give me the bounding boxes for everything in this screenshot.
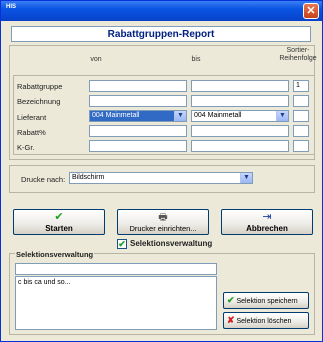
start-label: Starten xyxy=(45,224,73,233)
printer-label: Drucker einrichten... xyxy=(129,224,197,233)
start-button[interactable]: ✔ Starten xyxy=(13,209,105,235)
rabattgruppe-bis-input[interactable] xyxy=(191,80,289,92)
bezeichnung-sort-input[interactable] xyxy=(293,95,309,107)
selection-checkbox-label: Selektionsverwaltung xyxy=(130,239,213,248)
selection-list[interactable]: c bis ca und so... xyxy=(15,276,217,330)
header-von: von xyxy=(90,56,102,63)
list-item[interactable]: c bis ca und so... xyxy=(18,278,216,288)
cancel-button[interactable]: ⇥ Abbrechen xyxy=(221,209,313,235)
print-select[interactable]: Bildschirm ▼ xyxy=(69,172,253,184)
header-bis: bis xyxy=(191,56,201,63)
kgr-bis-input[interactable] xyxy=(191,140,289,152)
header-sort: Sortier- Reihenfolge xyxy=(279,47,317,62)
label-lieferant: Lieferant xyxy=(17,113,47,122)
chevron-down-icon[interactable]: ▼ xyxy=(240,173,252,183)
rabattgruppe-sort-input[interactable]: 1 xyxy=(293,80,309,92)
save-selection-button[interactable]: ✔ Selektion speichern xyxy=(223,292,309,309)
lieferant-von-value: 004 Mainmetall xyxy=(92,112,140,119)
printer-setup-button[interactable]: 🖶 Drucker einrichten... xyxy=(117,209,209,235)
lieferant-bis-value: 004 Mainmetall xyxy=(194,112,242,119)
selection-name-input[interactable] xyxy=(15,263,217,275)
rabatt-von-input[interactable] xyxy=(89,125,187,137)
exit-door-icon: ⇥ xyxy=(262,211,272,223)
check-icon: ✔ xyxy=(227,295,235,305)
print-label: Drucke nach: xyxy=(21,175,66,184)
selection-checkbox[interactable]: ✔ xyxy=(117,239,127,249)
printer-icon: 🖶 xyxy=(158,212,168,223)
bezeichnung-von-input[interactable] xyxy=(89,95,187,107)
delete-selection-label: Selektion löschen xyxy=(236,318,292,325)
print-value: Bildschirm xyxy=(72,174,105,181)
kgr-sort-input[interactable] xyxy=(293,140,309,152)
kgr-von-input[interactable] xyxy=(89,140,187,152)
lieferant-sort-input[interactable] xyxy=(293,110,309,122)
check-icon: ✔ xyxy=(54,211,64,223)
bezeichnung-bis-input[interactable] xyxy=(191,95,289,107)
close-button[interactable]: ✕ xyxy=(303,3,319,19)
report-title: Rabattgruppen-Report xyxy=(11,26,311,42)
label-rabattgruppe: Rabattgruppe xyxy=(17,82,63,91)
app-icon: HIS xyxy=(5,4,16,10)
chevron-down-icon[interactable]: ▼ xyxy=(276,111,288,121)
lieferant-bis-select[interactable]: 004 Mainmetall ▼ xyxy=(191,110,289,122)
rabattgruppe-von-input[interactable] xyxy=(89,80,187,92)
report-window: HIS ✕ Rabattgruppen-Report von bis Sorti… xyxy=(0,0,323,342)
save-selection-label: Selektion speichern xyxy=(236,298,298,305)
label-kgr: K-Gr. xyxy=(17,143,35,152)
title-bar: HIS ✕ xyxy=(1,1,322,21)
lieferant-von-select[interactable]: 004 Mainmetall ▼ xyxy=(89,110,187,122)
rabatt-sort-input[interactable] xyxy=(293,125,309,137)
cancel-label: Abbrechen xyxy=(246,224,288,233)
delete-selection-button[interactable]: ✘ Selektion löschen xyxy=(223,312,309,329)
x-icon: ✘ xyxy=(227,315,235,325)
label-rabatt: Rabatt% xyxy=(17,128,46,137)
chevron-down-icon[interactable]: ▼ xyxy=(174,111,186,121)
rabatt-bis-input[interactable] xyxy=(191,125,289,137)
selection-group-title: Selektionsverwaltung xyxy=(15,250,95,259)
label-bezeichnung: Bezeichnung xyxy=(17,97,61,106)
